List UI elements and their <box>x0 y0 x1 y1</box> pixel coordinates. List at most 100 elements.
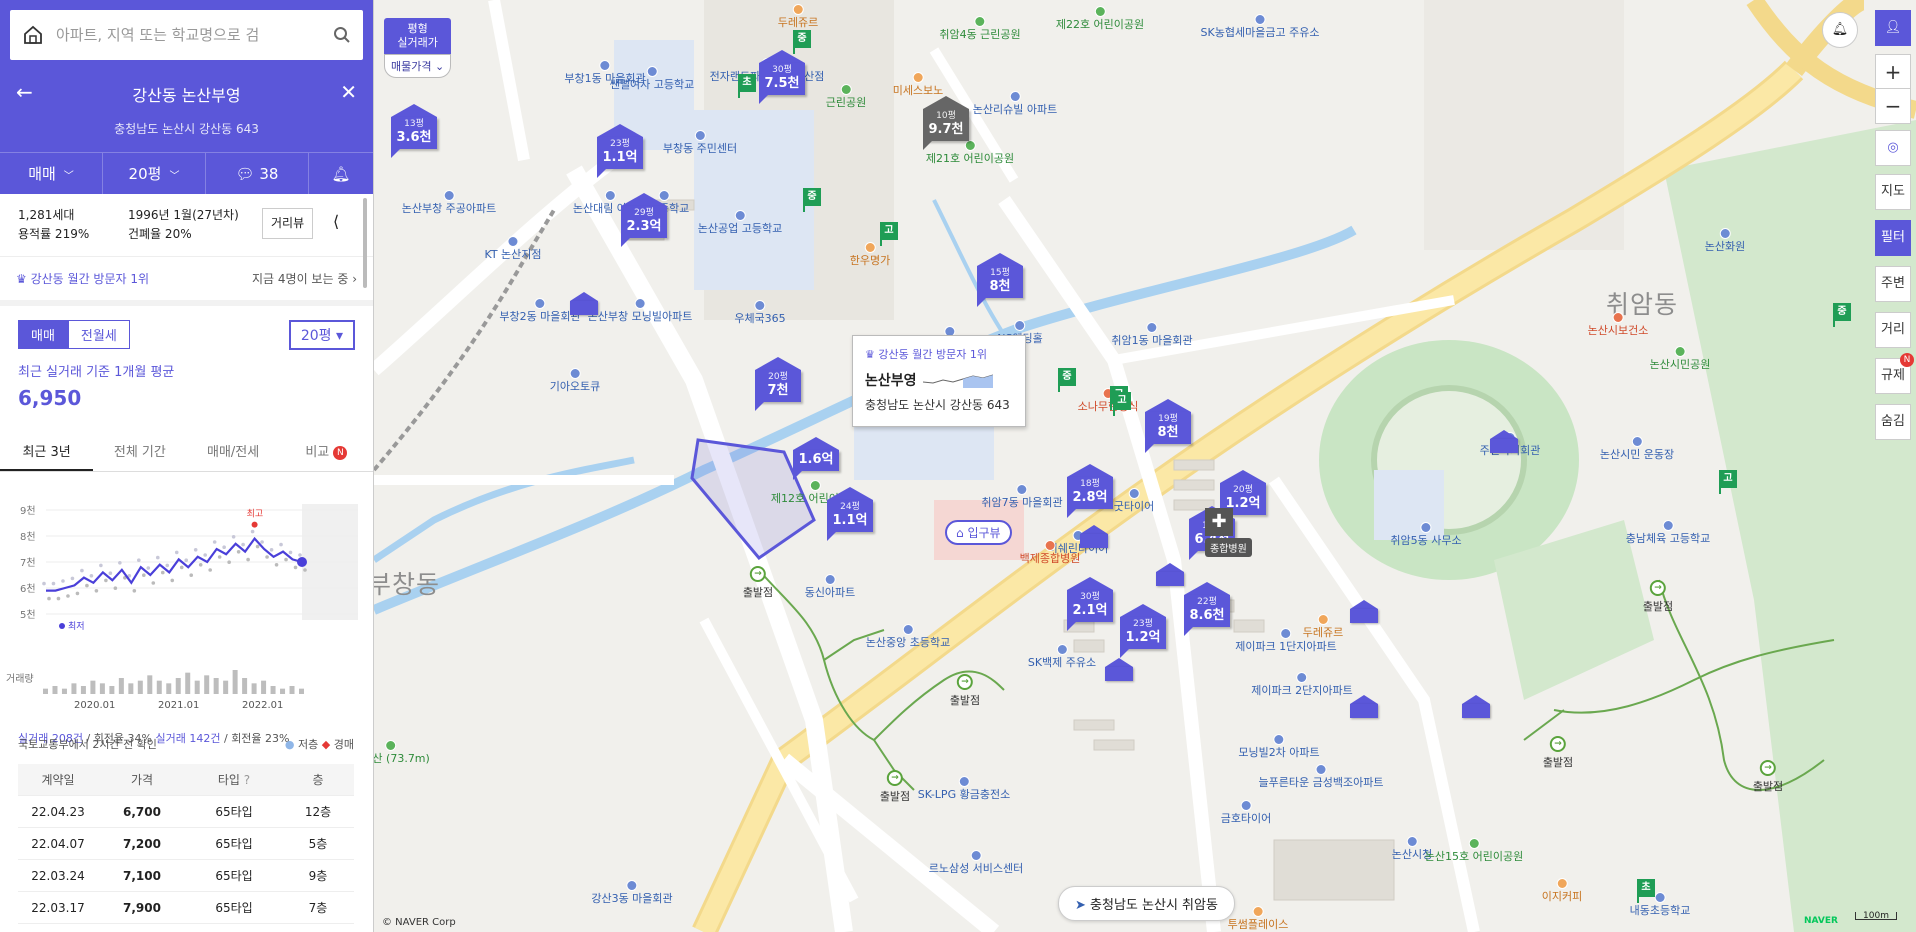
poi-label[interactable]: 논산시민공원 <box>1650 346 1710 371</box>
close-icon[interactable]: ✕ <box>340 80 357 104</box>
control-distance[interactable]: 거리 <box>1875 312 1911 348</box>
price-marker[interactable]: 19평 8천 <box>1145 399 1191 453</box>
panel-scrollbar[interactable] <box>363 198 367 288</box>
control-filter[interactable]: 필터 <box>1875 220 1911 256</box>
poi-label[interactable]: 봉화산 (73.7m) <box>374 740 430 765</box>
table-row[interactable]: 22.03.17 7,900 65타입 7층 <box>18 892 354 924</box>
school-flag-icon[interactable]: 고 <box>880 222 898 246</box>
poi-label[interactable]: 취암4동 근린공원 <box>939 16 1021 41</box>
poi-label[interactable]: 부창동 주민센터 <box>663 130 737 155</box>
poi-label[interactable]: 동신아파트 <box>805 574 855 599</box>
poi-label[interactable]: 취암1동 마을회관 <box>1111 322 1193 347</box>
mini-marker[interactable] <box>1350 600 1378 626</box>
mini-marker[interactable] <box>570 292 598 318</box>
comments-button[interactable]: 💬︎ 38 <box>206 153 309 194</box>
share-icon[interactable]: ⟨ <box>333 212 339 231</box>
poi-label[interactable]: 논산부창 모닝빌아파트 <box>588 298 692 323</box>
price-marker[interactable]: 22평 8.6천 <box>1184 582 1230 636</box>
school-flag-icon[interactable]: 중 <box>1058 368 1076 392</box>
mini-marker[interactable] <box>1490 430 1518 456</box>
tab-recent-3y[interactable]: 최근 3년 <box>0 434 94 471</box>
table-row[interactable]: 22.04.07 7,200 65타입 5층 <box>18 828 354 860</box>
poi-label[interactable]: 충남체육 고등학교 <box>1626 520 1710 545</box>
size-select[interactable]: 20평 ▾ <box>288 320 355 350</box>
control-regulation[interactable]: 규제 N <box>1875 353 1914 394</box>
poi-label[interactable]: 이지커피 <box>1542 878 1582 903</box>
trail-start-marker[interactable]: → 출발점 <box>1543 736 1573 770</box>
price-marker[interactable]: 23평 1.2억 <box>1120 604 1166 658</box>
poi-label[interactable]: SK백제 주유소 <box>1028 644 1096 669</box>
poi-label[interactable]: 논산시민 운동장 <box>1600 436 1674 461</box>
poi-label[interactable]: SK농협세마을금고 주유소 <box>1201 14 1319 39</box>
entrance-view-button[interactable]: ⌂ 입구뷰 <box>945 520 1012 545</box>
mini-marker[interactable] <box>1350 695 1378 721</box>
poi-label[interactable]: 굿타이어 <box>1114 488 1154 513</box>
poi-label[interactable]: 늘푸른타운 금성백조아파트 <box>1259 764 1383 789</box>
poi-label[interactable]: 우체국365 <box>734 300 786 325</box>
trail-start-marker[interactable]: → 출발점 <box>880 770 910 804</box>
table-row[interactable]: 22.03.24 7,100 65타입 9층 <box>18 860 354 892</box>
notification-button[interactable]: 🔔︎ <box>1822 12 1858 48</box>
deal-type-dropdown[interactable]: 매매 ﹀ <box>0 153 103 194</box>
poi-label[interactable]: 논산시보건소 <box>1588 312 1648 337</box>
school-flag-icon[interactable]: 고 <box>1113 392 1131 416</box>
price-type-select[interactable]: 매물가격 ⌄ <box>384 54 452 78</box>
mini-marker[interactable] <box>1156 563 1184 589</box>
poi-label[interactable]: 강산3동 마을회관 <box>591 880 673 905</box>
poi-label[interactable]: 제22호 어린이공원 <box>1056 6 1144 31</box>
poi-label[interactable]: 취암5동 사무소 <box>1390 522 1462 547</box>
price-marker[interactable]: 10평 9.7천 <box>923 96 969 150</box>
poi-label[interactable]: SK-LPG 황금충전소 <box>918 776 1010 801</box>
poi-label[interactable]: KT 논산지점 <box>484 236 542 261</box>
poi-label[interactable]: 취암7동 마을회관 <box>981 484 1063 509</box>
map-view[interactable]: 부창동 취암동 두레쥬르 취암4동 근린공원 제22호 어린이공원 SK농협세마을금고… <box>374 0 1916 932</box>
zoom-out-button[interactable]: − <box>1875 88 1911 124</box>
control-hide[interactable]: 숨김 <box>1875 404 1911 440</box>
price-type-control[interactable]: 평형 실거래가 매물가격 ⌄ <box>384 18 452 78</box>
poi-label[interactable]: 논산부창 주공아파트 <box>402 190 496 215</box>
mini-marker[interactable] <box>1080 525 1108 551</box>
mini-marker[interactable] <box>1105 658 1133 684</box>
poi-label[interactable]: 백제종합병원 <box>1020 540 1080 565</box>
trail-start-marker[interactable]: → 출발점 <box>1643 580 1673 614</box>
poi-label[interactable]: 미세스보노 <box>893 72 943 97</box>
size-dropdown[interactable]: 20평 ﹀ <box>103 153 206 194</box>
profile-button[interactable]: 👤︎ <box>1875 10 1911 46</box>
price-marker[interactable]: 1.6억 <box>793 437 839 480</box>
control-nearby[interactable]: 주변 <box>1875 266 1911 302</box>
school-flag-icon[interactable]: 중 <box>1833 303 1851 327</box>
school-flag-icon[interactable]: 초 <box>738 74 756 98</box>
current-location-pill[interactable]: ➤ 충청남도 논산시 취암동 <box>1058 886 1235 921</box>
price-marker[interactable]: 30평 7.5천 <box>759 50 805 104</box>
search-icon[interactable] <box>333 26 351 44</box>
trail-start-marker[interactable]: → 출발점 <box>743 566 773 600</box>
price-marker[interactable]: 29평 2.3억 <box>621 193 667 247</box>
poi-label[interactable]: 논산리슈빌 아파트 <box>973 91 1057 116</box>
road-view-button[interactable]: 거리뷰 <box>262 208 314 239</box>
price-chart[interactable]: 9천 8천 7천 6천 5천 최고 최저 거래량 2020.01 2021.01 2022.01 실… <box>0 484 373 745</box>
school-flag-icon[interactable]: 고 <box>1719 470 1737 494</box>
home-icon[interactable] <box>22 24 44 46</box>
search-input[interactable] <box>56 26 333 44</box>
poi-label[interactable]: 논산중앙 초등학교 <box>866 624 950 649</box>
price-marker[interactable]: 24평 1.1억 <box>827 487 873 541</box>
tab-sale-jeonse[interactable]: 매매/전세 <box>187 434 280 471</box>
segment-sale[interactable]: 매매 <box>18 320 68 349</box>
trail-start-marker[interactable]: → 출발점 <box>950 674 980 708</box>
price-marker[interactable]: 20평 7천 <box>755 357 801 411</box>
back-arrow-icon[interactable]: ← <box>16 80 33 104</box>
visitor-bar[interactable]: ♛ 강산동 월간 방문자 1위 지금 4명이 보는 중 › <box>0 256 373 306</box>
poi-label[interactable]: 기아오토큐 <box>550 368 600 393</box>
poi-label[interactable]: 논산공업 고등학교 <box>698 210 782 235</box>
segment-rent[interactable]: 전월세 <box>67 320 130 349</box>
tab-all-period[interactable]: 전체 기간 <box>93 434 186 471</box>
poi-label[interactable]: 논산화원 <box>1705 228 1745 253</box>
poi-label[interactable]: 금호타이어 <box>1221 800 1271 825</box>
my-location-button[interactable]: ◎ <box>1875 130 1911 166</box>
search-box[interactable] <box>10 10 363 60</box>
poi-label[interactable]: 모닝빌2차 아파트 <box>1238 734 1320 759</box>
price-marker[interactable]: 15평 8천 <box>977 253 1023 307</box>
school-flag-icon[interactable]: 중 <box>803 188 821 212</box>
alert-button[interactable]: 🔔︎ <box>309 153 373 194</box>
zoom-in-button[interactable]: + <box>1875 54 1911 90</box>
